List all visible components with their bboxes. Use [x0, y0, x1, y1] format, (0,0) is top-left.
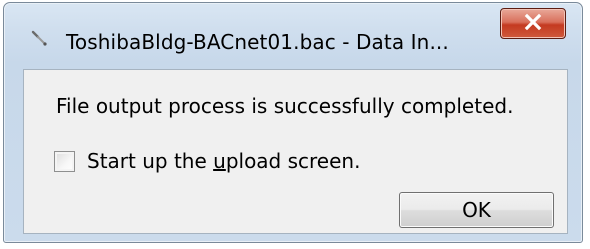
upload-screen-checkbox[interactable]: [54, 150, 75, 172]
close-icon: [522, 13, 544, 35]
dialog-window: ToshibaBldg-BACnet01.bac - Data In... Fi…: [3, 2, 583, 243]
wrench-icon: [30, 28, 50, 48]
title-bar[interactable]: ToshibaBldg-BACnet01.bac - Data In...: [4, 3, 582, 69]
dialog-content: File output process is successfully comp…: [23, 69, 568, 234]
status-message: File output process is successfully comp…: [56, 94, 514, 118]
close-button[interactable]: [500, 8, 566, 39]
window-title: ToshibaBldg-BACnet01.bac - Data In...: [66, 30, 449, 54]
upload-screen-label[interactable]: Start up the upload screen.: [87, 149, 360, 173]
upload-screen-option[interactable]: Start up the upload screen.: [54, 149, 360, 173]
ok-button[interactable]: OK: [399, 192, 554, 228]
